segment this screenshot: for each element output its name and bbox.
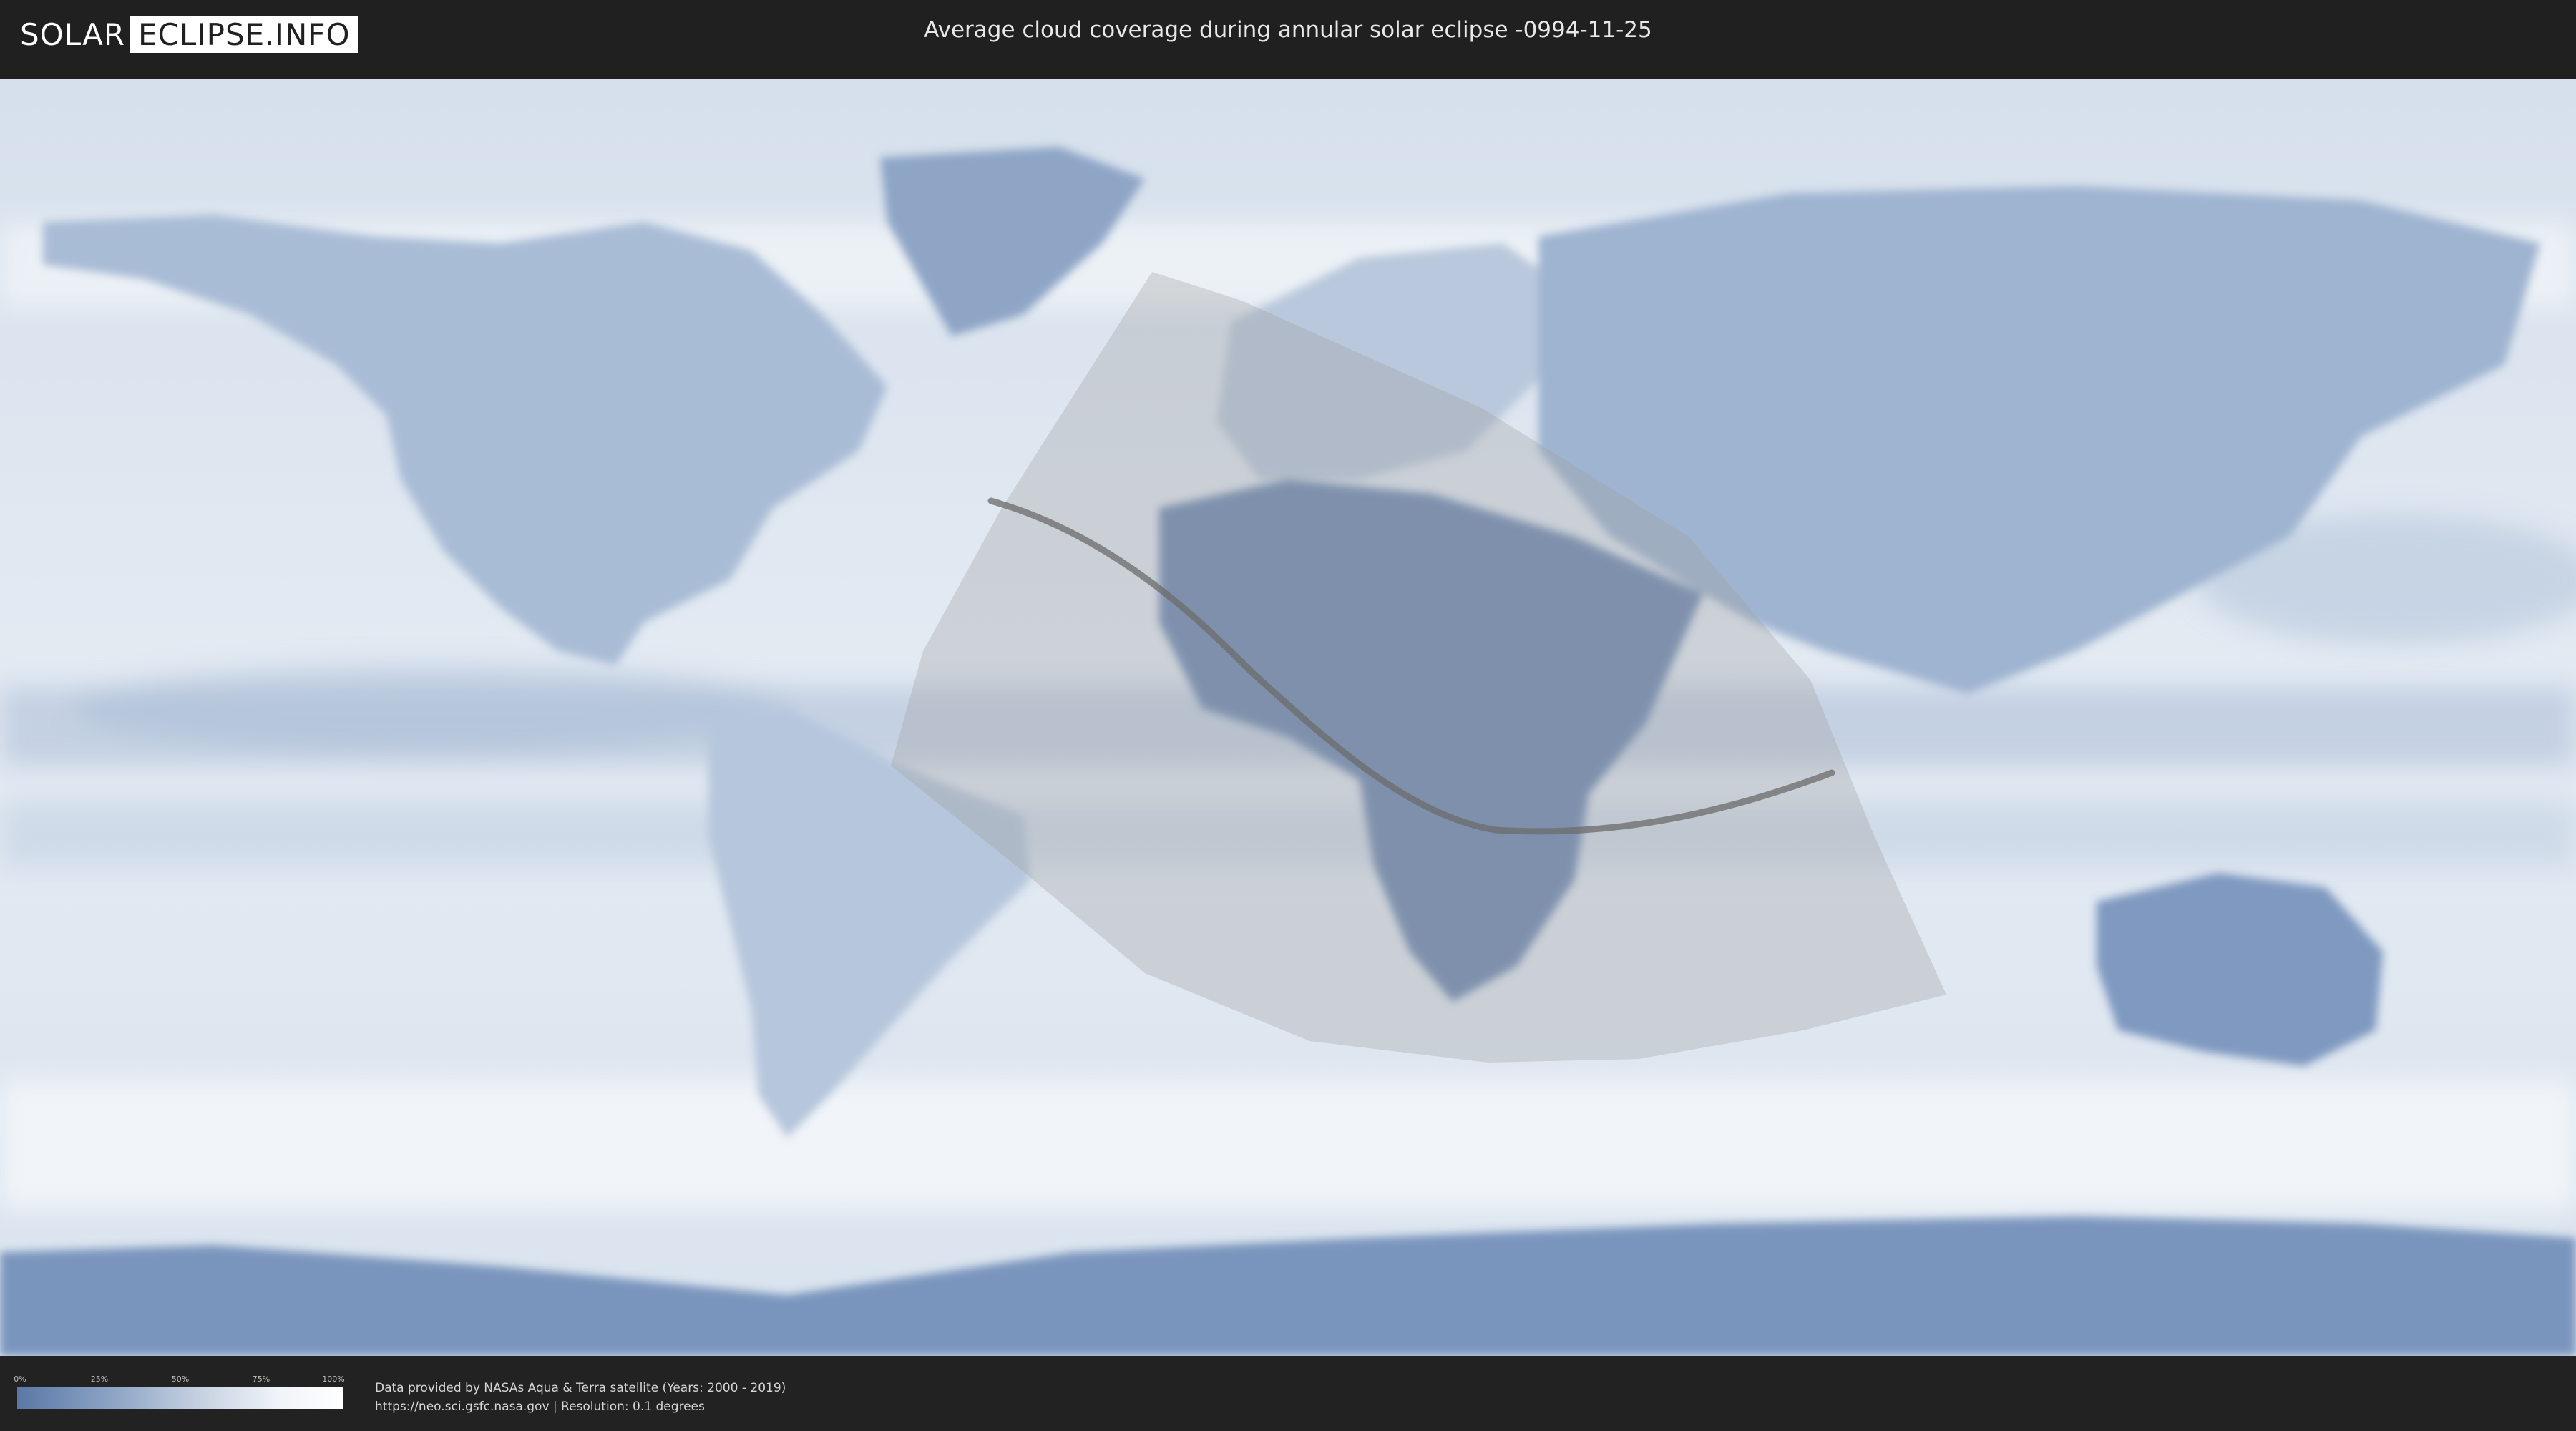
legend-tick-75: 75% [252,1374,270,1384]
credits-line-source: Data provided by NASAs Aqua & Terra sate… [375,1381,786,1395]
legend-ticks: 0% 25% 50% 75% 100% [14,1374,345,1387]
cloud-coverage-map [0,79,2576,1356]
cloud-coverage-legend: 0% 25% 50% 75% 100% [14,1374,345,1409]
legend-tick-0: 0% [14,1374,26,1384]
footer-bar: 0% 25% 50% 75% 100% Data provided by NAS… [0,1356,2576,1431]
page-title: Average cloud coverage during annular so… [924,17,1652,43]
legend-tick-50: 50% [171,1374,190,1384]
legend-tick-25: 25% [90,1374,109,1384]
header-bar: SOLAR ECLIPSE.INFO Average cloud coverag… [0,0,2576,72]
world-map-svg [0,79,2576,1356]
legend-tick-100: 100% [322,1374,345,1384]
legend-gradient-bar [17,1387,343,1409]
data-credits: Data provided by NASAs Aqua & Terra sate… [375,1379,786,1416]
credits-line-url[interactable]: https://neo.sci.gsfc.nasa.gov | Resoluti… [375,1397,786,1416]
